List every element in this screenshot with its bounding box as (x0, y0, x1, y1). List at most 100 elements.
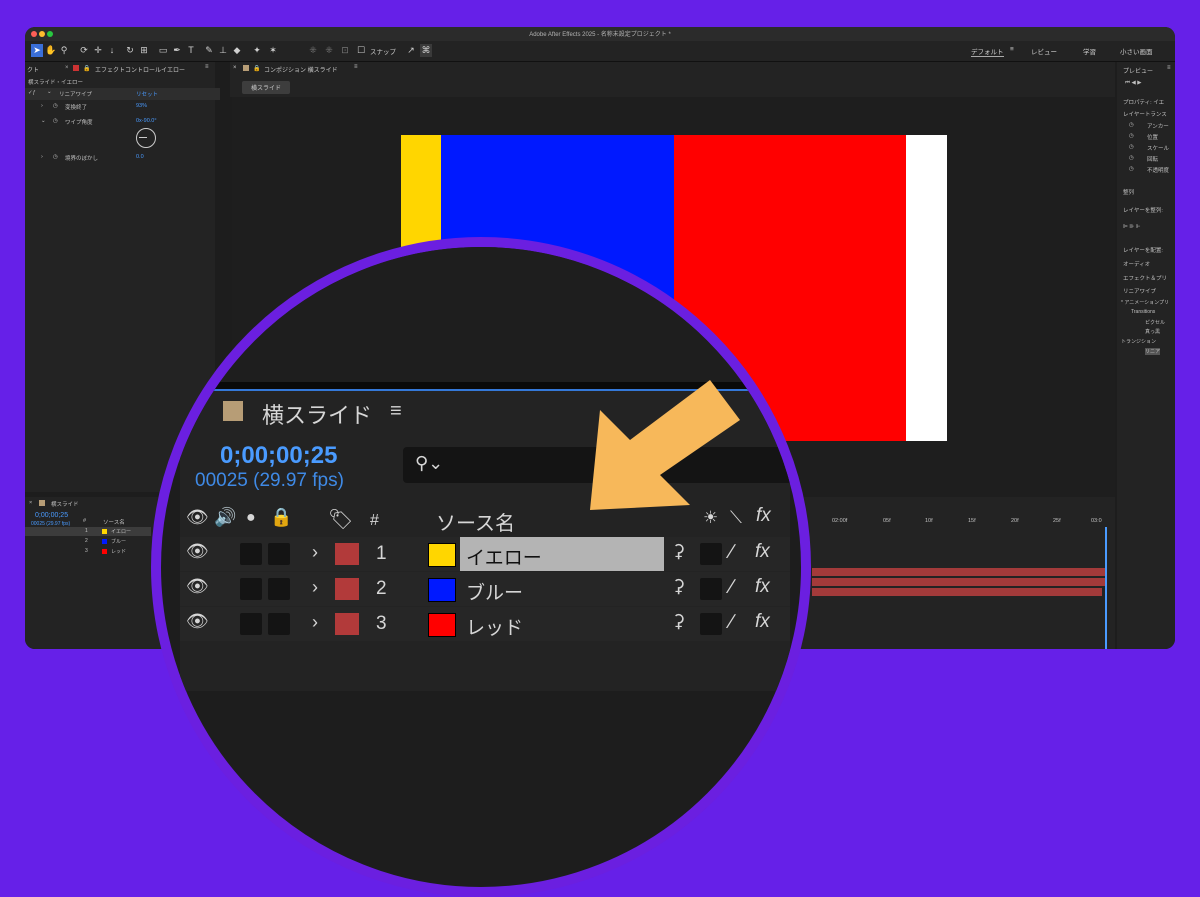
solo-toggle[interactable] (240, 543, 262, 565)
eye-icon[interactable]: 👁 (186, 611, 209, 632)
lens-timecode[interactable]: 0;00;00;25 (220, 442, 337, 470)
stopwatch-icon[interactable]: ◷ (53, 154, 58, 160)
layer-row[interactable]: 3 レッド (25, 547, 151, 556)
orbit-tool-icon[interactable]: ⟳ (78, 44, 90, 57)
solo-toggle[interactable] (240, 613, 262, 635)
layer-name[interactable]: ブルー (466, 578, 523, 605)
quality-icon[interactable]: ∕ (730, 576, 733, 599)
hand-tool-icon[interactable]: ✋ (45, 44, 57, 57)
layer-name[interactable]: レッド (111, 548, 126, 555)
lock-toggle[interactable] (268, 543, 290, 565)
quality-icon[interactable]: ∕ (730, 541, 733, 564)
eye-icon[interactable]: 👁 (186, 541, 209, 562)
collapse-toggle[interactable] (700, 543, 722, 565)
anchor-tool-icon[interactable]: ⊞ (138, 44, 150, 57)
stopwatch-icon[interactable]: ◷ (1129, 166, 1134, 172)
workspace-learn[interactable]: 学習 (1083, 46, 1096, 56)
stopwatch-icon[interactable]: ◷ (1129, 144, 1134, 150)
snap-option-icon[interactable]: ↗ (405, 44, 417, 57)
lens-comp-title[interactable]: 横スライド (262, 398, 372, 430)
snap-checkbox[interactable]: ☐ (355, 44, 367, 57)
tree-item[interactable]: ピクセル (1145, 319, 1165, 326)
fx-toggle-icon[interactable]: ✓ƒ (28, 90, 36, 96)
shy-icon[interactable]: ⚳ (672, 611, 685, 632)
brush-tool-icon[interactable]: ✎ (203, 44, 215, 57)
dolly-tool-icon[interactable]: ↓ (106, 44, 118, 57)
prop-value[interactable]: 93% (136, 103, 147, 109)
angle-dial[interactable] (136, 128, 156, 148)
effects-search-input[interactable]: リニアワイプ (1123, 287, 1156, 295)
puppet-tool-icon[interactable]: ✶ (267, 44, 279, 57)
pan-tool-icon[interactable]: ✛ (92, 44, 104, 57)
fx-icon[interactable]: fx (755, 611, 770, 633)
close-tab-icon[interactable]: × (65, 65, 69, 71)
skip-back-icon[interactable]: ⏮ ◀ ▶ (1125, 80, 1141, 87)
label-color-icon[interactable] (335, 543, 359, 565)
lock-icon[interactable]: 🔒 (253, 65, 260, 72)
layer-bar[interactable] (812, 588, 1102, 596)
tree-item[interactable]: トランジション (1121, 338, 1156, 345)
layer-row[interactable]: 1 イエロー (25, 527, 151, 536)
project-tab[interactable]: クト (27, 65, 39, 74)
type-tool-icon[interactable]: T (185, 44, 197, 57)
rotate-tool-icon[interactable]: ↻ (124, 44, 136, 57)
panel-menu-icon[interactable]: ≡ (1167, 65, 1171, 71)
axis-view-icon[interactable]: ⊡ (339, 44, 351, 57)
panel-menu-icon[interactable]: ≡ (205, 64, 209, 70)
pen-tool-icon[interactable]: ✒ (171, 44, 183, 57)
expand-icon[interactable]: › (41, 154, 43, 160)
collapse-toggle[interactable] (700, 578, 722, 600)
timeline-tab[interactable]: 横スライド (51, 500, 79, 508)
lens-layer-row[interactable]: 👁 › 3 レッド ⚳ ∕ fx (180, 607, 790, 641)
playhead[interactable] (1105, 527, 1107, 649)
panel-menu-icon[interactable]: ≡ (354, 64, 358, 70)
tree-item[interactable]: リニア (1145, 348, 1161, 355)
axis-icon[interactable]: ⁜ (307, 44, 319, 57)
effect-controls-tab[interactable]: エフェクトコントロールイエロー (95, 65, 185, 74)
prop-value[interactable]: 0.0 (136, 154, 144, 160)
prop-value[interactable]: 0x-90.0° (136, 118, 157, 124)
eraser-tool-icon[interactable]: ◆ (231, 44, 243, 57)
layer-bar[interactable] (812, 568, 1107, 576)
quality-icon[interactable]: ∕ (730, 611, 733, 634)
collapse-toggle[interactable] (700, 613, 722, 635)
solo-toggle[interactable] (240, 578, 262, 600)
layer-name[interactable]: レッド (466, 613, 523, 640)
workspace-small-screen[interactable]: 小さい画面 (1120, 46, 1153, 56)
expand-icon[interactable]: ⌄ (47, 89, 52, 95)
layer-name-field[interactable]: イエロー (460, 537, 664, 571)
layer-name[interactable]: イエロー (111, 528, 131, 535)
lock-icon[interactable]: 🔒 (83, 65, 90, 72)
comp-breadcrumb[interactable]: 横スライド (242, 81, 291, 94)
fx-icon[interactable]: fx (755, 576, 770, 598)
lens-layer-row[interactable]: 👁 › 1 イエロー ⚳ ∕ fx (180, 537, 790, 571)
stopwatch-icon[interactable]: ◷ (1129, 133, 1134, 139)
zoom-tool-icon[interactable]: ⚲ (58, 44, 70, 57)
selection-tool-icon[interactable]: ➤ (31, 44, 43, 57)
clone-tool-icon[interactable]: ⊥ (217, 44, 229, 57)
layer-row[interactable]: 2 ブルー (25, 537, 151, 546)
close-tab-icon[interactable]: × (233, 65, 237, 71)
effect-row[interactable]: ✓ƒ ⌄ リニアワイプ リセット (25, 88, 220, 100)
layer-name[interactable]: イエロー (466, 543, 542, 570)
expand-icon[interactable]: › (312, 542, 318, 563)
stopwatch-icon[interactable]: ◷ (53, 118, 58, 124)
composition-tab[interactable]: コンポジション 横スライド (264, 65, 338, 74)
expand-icon[interactable]: › (312, 577, 318, 598)
workspace-menu-icon[interactable]: ≡ (1010, 46, 1014, 53)
eye-icon[interactable]: 👁 (186, 576, 209, 597)
shy-icon[interactable]: ⚳ (672, 541, 685, 562)
snap-grid-icon[interactable]: ⌘ (420, 44, 432, 57)
label-color-icon[interactable] (335, 578, 359, 600)
reset-link[interactable]: リセット (136, 90, 158, 98)
workspace-default[interactable]: デフォルト (971, 46, 1004, 57)
align-buttons-icon[interactable]: ⊫ ⊪ ⊩ (1123, 224, 1140, 230)
lock-toggle[interactable] (268, 613, 290, 635)
lens-layer-row[interactable]: 👁 › 2 ブルー ⚳ ∕ fx (180, 572, 790, 606)
axis-world-icon[interactable]: ⁜ (323, 44, 335, 57)
tree-item[interactable]: * アニメーションプリ (1121, 299, 1169, 306)
timecode[interactable]: 0;00;00;25 (35, 512, 68, 519)
roto-tool-icon[interactable]: ✦ (251, 44, 263, 57)
close-tab-icon[interactable]: × (29, 500, 32, 506)
workspace-review[interactable]: レビュー (1031, 46, 1057, 56)
